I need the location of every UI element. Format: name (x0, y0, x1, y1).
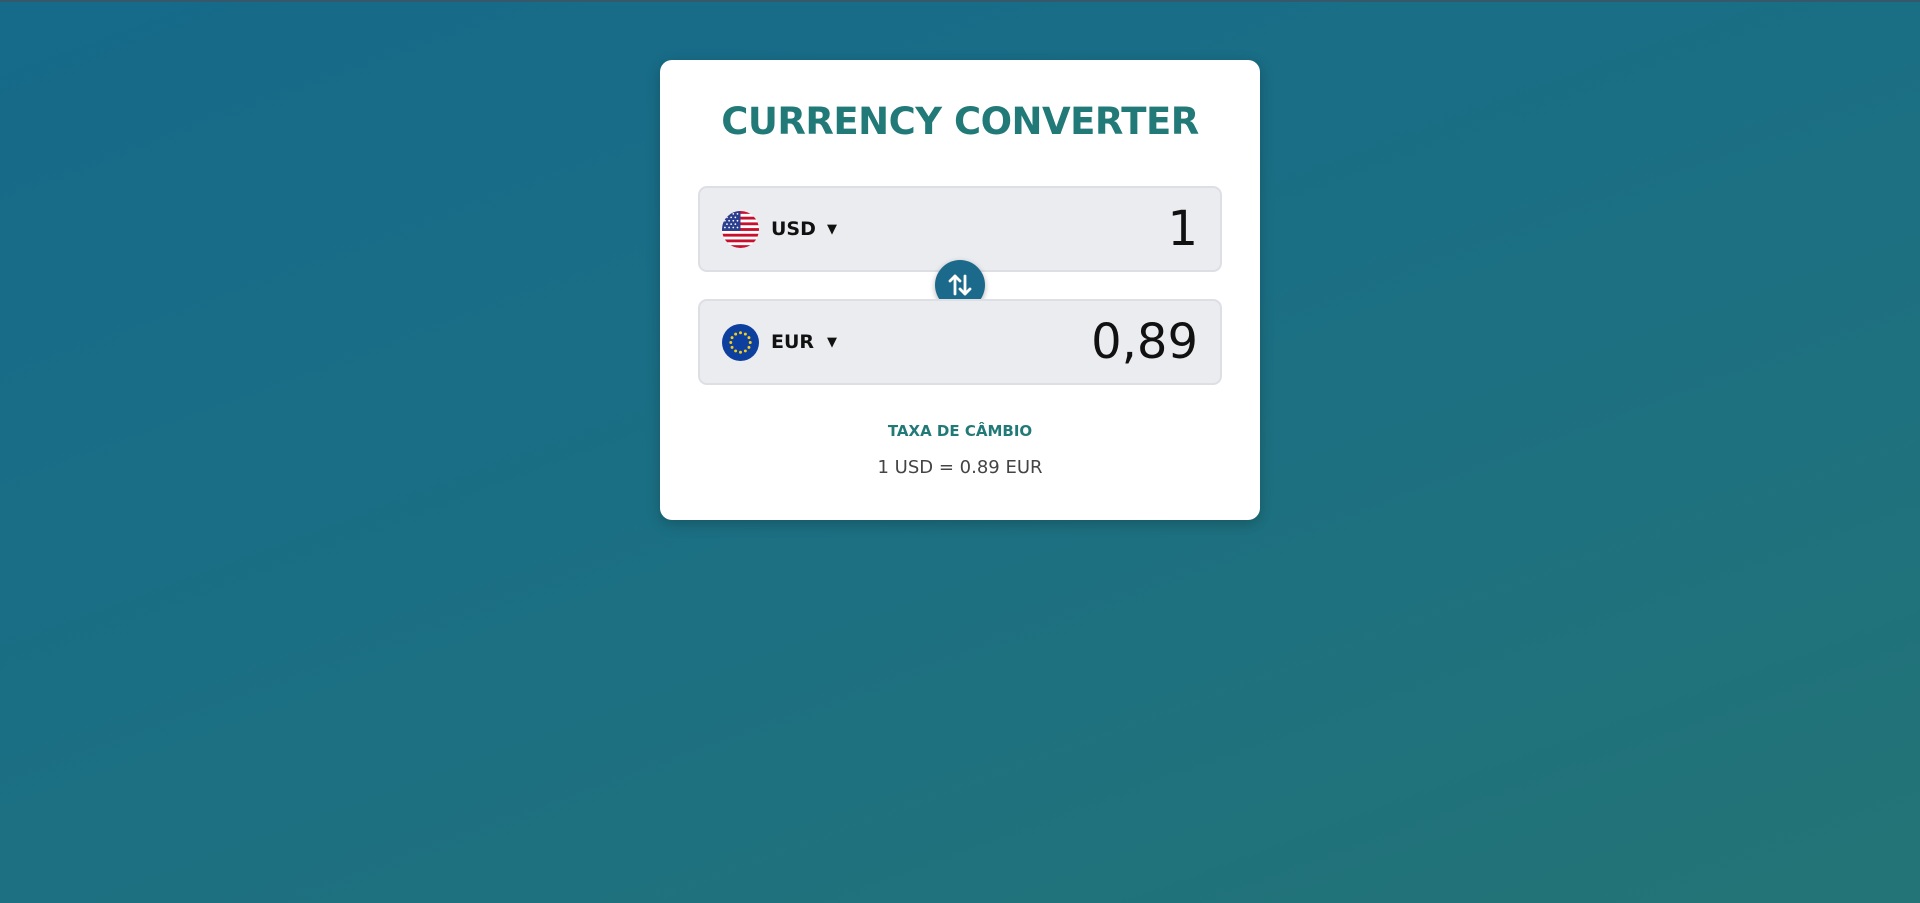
converter-card: CURRENCY CONVERTER USD ▼ 1 EUR ▼ 0,89 TA… (660, 60, 1260, 520)
app-title: CURRENCY CONVERTER (721, 100, 1199, 143)
triangle-down-icon: ▼ (827, 334, 837, 350)
from-amount-input[interactable] (958, 188, 1198, 270)
to-currency-code: EUR (771, 331, 815, 353)
eu-flag-icon (722, 323, 759, 361)
from-currency-select[interactable]: USD ▼ (722, 188, 837, 270)
to-amount-input[interactable] (958, 301, 1198, 383)
exchange-rate-value: 1 USD = 0.89 EUR (877, 457, 1043, 478)
to-currency-field: EUR ▼ (698, 299, 1222, 385)
to-currency-select[interactable]: EUR ▼ (722, 301, 837, 383)
triangle-down-icon: ▼ (827, 221, 837, 237)
exchange-rate-label: TAXA DE CÂMBIO (887, 422, 1033, 440)
swap-vertical-icon (948, 274, 972, 296)
from-currency-code: USD (771, 218, 816, 240)
us-flag-icon (722, 210, 759, 248)
